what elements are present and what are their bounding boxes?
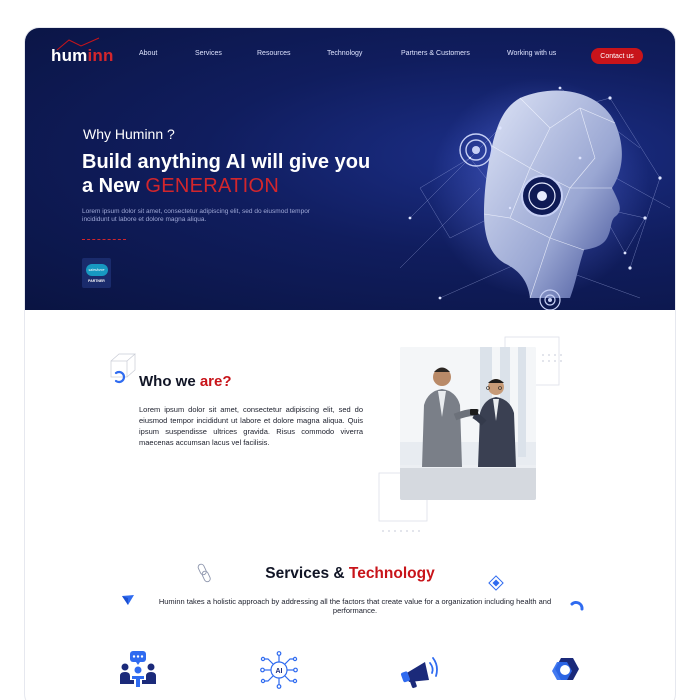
team-meeting-icon[interactable] [118, 650, 158, 690]
salesforce-cloud-icon: salesforce [85, 263, 108, 276]
hero-description: Lorem ipsum dolor sit amet, consectetur … [82, 208, 310, 223]
business-meeting-photo [400, 347, 536, 500]
contact-us-button[interactable]: Contact us [591, 48, 643, 64]
nav-item-technology[interactable]: Technology [327, 50, 362, 57]
hero-title-accent: GENERATION [145, 175, 280, 197]
salesforce-partner-badge: salesforce PARTNER [82, 258, 111, 288]
diamond-decoration-icon [488, 575, 504, 591]
page-frame: huminn About Services Resources Technolo… [25, 28, 675, 700]
hero-kicker: Why Huminn ? [83, 126, 175, 142]
services-title-accent: Technology [348, 565, 435, 582]
partner-label: PARTNER [88, 278, 105, 283]
hero-divider [82, 239, 126, 240]
about-body: Lorem ipsum dolor sit amet, consectetur … [139, 405, 363, 447]
hexagon-gear-icon[interactable] [545, 650, 585, 690]
ai-chip-icon[interactable]: AI [259, 650, 299, 690]
hero-section: huminn About Services Resources Technolo… [25, 28, 675, 310]
nav-item-partners[interactable]: Partners & Customers [401, 50, 470, 57]
triangle-decoration-icon [122, 595, 134, 605]
nav-item-resources[interactable]: Resources [257, 50, 290, 57]
arc-decoration-icon [570, 601, 584, 611]
svg-text:AI: AI [276, 668, 283, 675]
about-title: Who we are? [139, 373, 232, 390]
ai-head-illustration [399, 78, 671, 310]
arc-decoration-icon [114, 370, 126, 384]
nav-item-about[interactable]: About [139, 50, 157, 57]
nav-item-working-with-us[interactable]: Working with us [507, 50, 556, 57]
about-photo-block [375, 335, 590, 551]
top-nav: About Services Resources Technology Part… [25, 50, 675, 64]
services-description: Huminn takes a holistic approach by addr… [158, 597, 552, 615]
hero-title: Build anything AI will give you a New GE… [82, 150, 382, 198]
salesforce-logo-text: salesforce [88, 267, 105, 272]
services-title: Services & Technology [25, 565, 675, 583]
services-title-main: Services & [265, 565, 349, 582]
megaphone-icon[interactable] [399, 650, 439, 690]
about-title-accent: are? [199, 373, 232, 390]
about-title-main: Who we [139, 373, 200, 390]
nav-item-services[interactable]: Services [195, 50, 222, 57]
